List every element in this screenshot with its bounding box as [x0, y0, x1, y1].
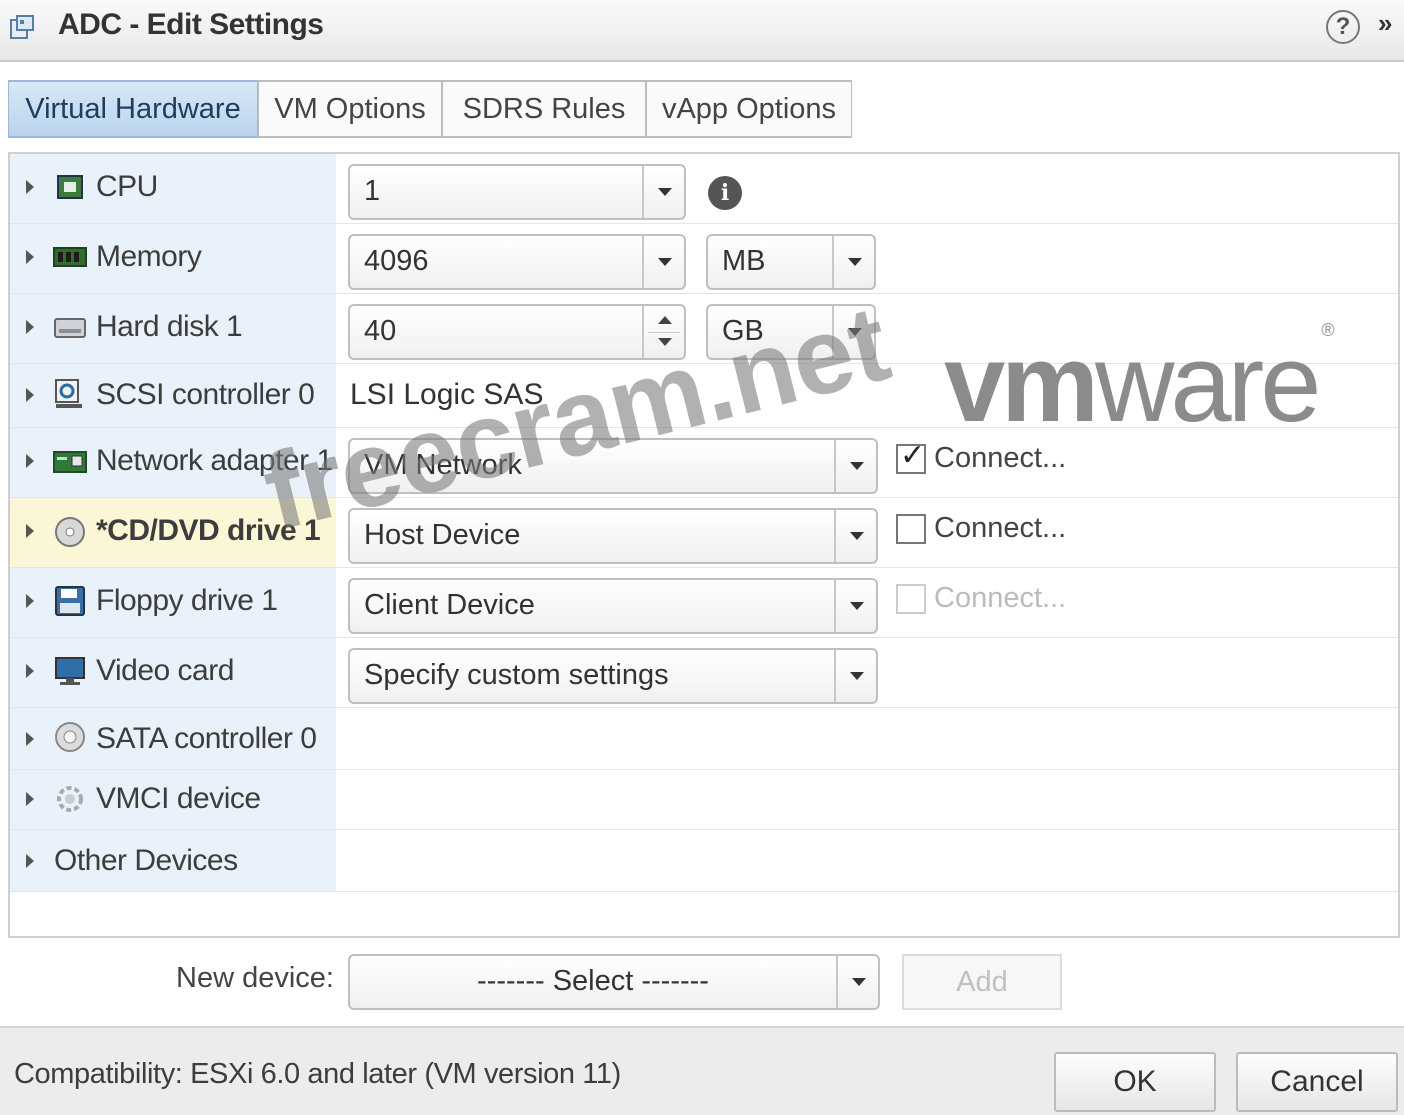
info-icon[interactable]: i	[708, 176, 742, 210]
expand-arrow-icon[interactable]	[26, 792, 34, 806]
network-adapter-icon	[53, 451, 87, 473]
device-row-cd-dvd: *CD/DVD drive 1 Host Device Connect...	[10, 498, 1398, 568]
add-device-button: Add	[902, 954, 1062, 1010]
title-bar: ADC - Edit Settings ? »	[0, 0, 1404, 62]
expand-arrow-icon[interactable]	[26, 854, 34, 868]
virtual-hardware-panel: CPU 1 i Memory 4096 MB Hard disk 1 40 GB…	[8, 152, 1400, 938]
expand-arrow-icon[interactable]	[26, 320, 34, 334]
chevron-down-icon[interactable]	[836, 956, 878, 1008]
scsi-controller-icon	[55, 379, 82, 408]
cpu-icon	[57, 175, 83, 199]
device-row-vmci: VMCI device	[10, 770, 1398, 830]
spin-up-icon	[658, 316, 672, 324]
device-row-other-devices: Other Devices	[10, 830, 1398, 892]
chevron-down-icon[interactable]	[834, 510, 876, 562]
memory-icon	[53, 247, 87, 267]
expand-arrow-icon[interactable]	[26, 594, 34, 608]
compatibility-text: Compatibility: ESXi 6.0 and later (VM ve…	[14, 1058, 621, 1090]
chevron-down-icon[interactable]	[834, 650, 876, 702]
device-label: Other Devices	[54, 844, 238, 877]
device-row-floppy: Floppy drive 1 Client Device Connect...	[10, 568, 1398, 638]
device-row-video-card: Video card Specify custom settings	[10, 638, 1398, 708]
window-title: ADC - Edit Settings	[58, 8, 324, 41]
device-row-sata-controller: SATA controller 0	[10, 708, 1398, 770]
floppy-connect-checkbox: Connect...	[896, 582, 1066, 615]
cd-dvd-connect-checkbox[interactable]: Connect...	[896, 512, 1066, 545]
device-label: Video card	[96, 654, 234, 687]
tab-bar: Virtual Hardware VM Options SDRS Rules v…	[8, 80, 852, 138]
cpu-count-select[interactable]: 1	[348, 164, 686, 220]
checkbox-unchecked-icon[interactable]	[896, 513, 926, 544]
chevron-down-icon[interactable]	[834, 440, 876, 492]
new-device-label: New device:	[176, 962, 334, 994]
ok-button[interactable]: OK	[1054, 1052, 1216, 1112]
device-row-cpu: CPU 1 i	[10, 154, 1398, 224]
expand-arrow-icon[interactable]	[26, 732, 34, 746]
device-label: Floppy drive 1	[96, 584, 278, 617]
checkbox-checked-icon[interactable]	[896, 438, 926, 474]
expand-icon[interactable]: »	[1378, 8, 1392, 39]
chevron-down-icon[interactable]	[834, 580, 876, 632]
tab-vapp-options[interactable]: vApp Options	[646, 80, 852, 138]
sata-controller-icon	[55, 722, 85, 752]
cd-dvd-icon	[55, 517, 85, 547]
memory-unit-select[interactable]: MB	[706, 234, 876, 290]
video-card-icon	[55, 657, 85, 685]
memory-size-select[interactable]: 4096	[348, 234, 686, 290]
device-label: SATA controller 0	[96, 722, 317, 755]
new-device-select[interactable]: ------- Select -------	[348, 954, 880, 1010]
device-label: Memory	[96, 240, 202, 273]
expand-arrow-icon[interactable]	[26, 250, 34, 264]
hard-disk-icon	[54, 318, 86, 338]
device-row-memory: Memory 4096 MB	[10, 224, 1398, 294]
tab-sdrs-rules[interactable]: SDRS Rules	[442, 80, 646, 138]
floppy-icon	[55, 586, 85, 616]
floppy-media-select[interactable]: Client Device	[348, 578, 878, 634]
video-card-settings-select[interactable]: Specify custom settings	[348, 648, 878, 704]
vmware-watermark: vmware ®	[944, 320, 1335, 445]
device-label: VMCI device	[96, 782, 261, 815]
chevron-down-icon[interactable]	[642, 236, 684, 288]
vmci-icon	[57, 786, 83, 812]
tab-virtual-hardware[interactable]: Virtual Hardware	[8, 80, 258, 138]
device-label: CPU	[96, 170, 158, 203]
expand-arrow-icon[interactable]	[26, 180, 34, 194]
device-label: Hard disk 1	[96, 310, 243, 343]
cancel-button[interactable]: Cancel	[1236, 1052, 1398, 1112]
expand-arrow-icon[interactable]	[26, 524, 34, 538]
checkbox-disabled-icon	[896, 583, 926, 614]
dialog-footer: Compatibility: ESXi 6.0 and later (VM ve…	[0, 1026, 1404, 1115]
tab-vm-options[interactable]: VM Options	[258, 80, 442, 138]
vm-edit-icon	[10, 15, 34, 39]
chevron-down-icon[interactable]	[642, 166, 684, 218]
expand-arrow-icon[interactable]	[26, 454, 34, 468]
help-icon[interactable]: ?	[1326, 10, 1360, 44]
expand-arrow-icon[interactable]	[26, 664, 34, 678]
device-label: SCSI controller 0	[96, 378, 315, 411]
expand-arrow-icon[interactable]	[26, 388, 34, 402]
